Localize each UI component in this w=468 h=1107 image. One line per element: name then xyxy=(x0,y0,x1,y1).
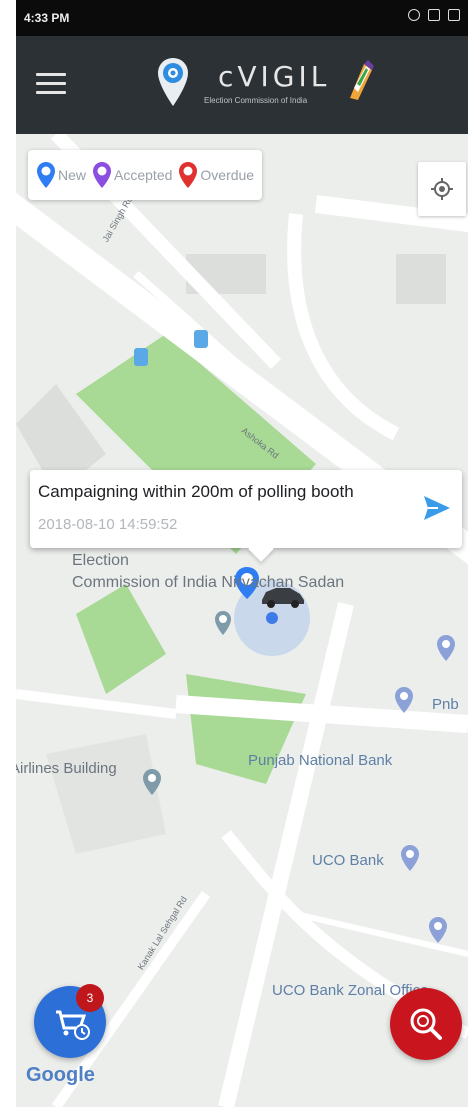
legend-label: Accepted xyxy=(114,167,173,183)
poi-marker-icon[interactable] xyxy=(214,610,232,636)
poi-marker-icon[interactable] xyxy=(436,634,456,662)
send-icon[interactable] xyxy=(422,494,452,522)
accepted-pin-icon xyxy=(93,162,112,188)
new-pin-icon xyxy=(37,162,55,188)
inked-finger-icon xyxy=(350,60,374,100)
crosshair-icon xyxy=(431,178,453,200)
map-label-uco-bank: UCO Bank xyxy=(312,852,384,869)
poi-marker-icon[interactable] xyxy=(142,768,162,796)
status-legend: New Accepted Overdue xyxy=(28,150,263,200)
legend-item-overdue: Overdue xyxy=(178,161,254,189)
map-label-pnb: Punjab National Bank xyxy=(248,752,393,769)
legend-item-accepted: Accepted xyxy=(92,161,172,189)
legend-label: New xyxy=(58,167,87,183)
map-label-pnb-short: Pnb xyxy=(432,696,459,713)
status-bar: 4:33 PM xyxy=(16,0,468,36)
legend-item-new: New xyxy=(36,161,86,189)
poi-marker-icon[interactable] xyxy=(394,686,414,714)
complaint-title: Campaigning within 200m of polling booth xyxy=(38,482,354,501)
hamburger-menu-icon[interactable] xyxy=(36,73,66,97)
search-complaint-button[interactable] xyxy=(390,988,462,1060)
map-label-nirvachan-sadan: Election Commission of India Nirvachan S… xyxy=(72,552,345,591)
status-icons xyxy=(408,9,460,21)
map-view[interactable]: Election Commission of India Nirvachan S… xyxy=(16,134,468,1107)
complaint-timestamp: 2018-08-10 14:59:52 xyxy=(38,516,178,533)
search-target-icon xyxy=(410,1008,442,1040)
map-label-airlines-building: Airlines Building xyxy=(16,760,117,777)
app-bar: cVIGIL Election Commission of India xyxy=(16,36,468,134)
complaint-info-window[interactable]: Campaigning within 200m of polling booth… xyxy=(30,470,462,562)
status-time: 4:33 PM xyxy=(24,11,70,25)
signal-icon xyxy=(428,9,440,21)
overdue-pin-icon xyxy=(179,162,198,188)
alarm-icon xyxy=(408,9,420,21)
legend-label: Overdue xyxy=(200,167,255,183)
poi-marker-icon[interactable] xyxy=(428,916,448,944)
map-canvas[interactable] xyxy=(16,134,468,1107)
cvigil-pin-icon xyxy=(158,58,188,106)
battery-icon xyxy=(448,9,460,21)
app-title: cVIGIL xyxy=(218,60,331,93)
my-location-button[interactable] xyxy=(418,162,466,216)
phone-screen: 4:33 PM cVIGIL Election Commission of In… xyxy=(16,0,468,1107)
poi-marker-icon[interactable] xyxy=(400,844,420,872)
notification-badge: 3 xyxy=(76,984,104,1012)
google-logo: Google xyxy=(26,1064,95,1086)
app-subtitle: Election Commission of India xyxy=(204,96,308,105)
